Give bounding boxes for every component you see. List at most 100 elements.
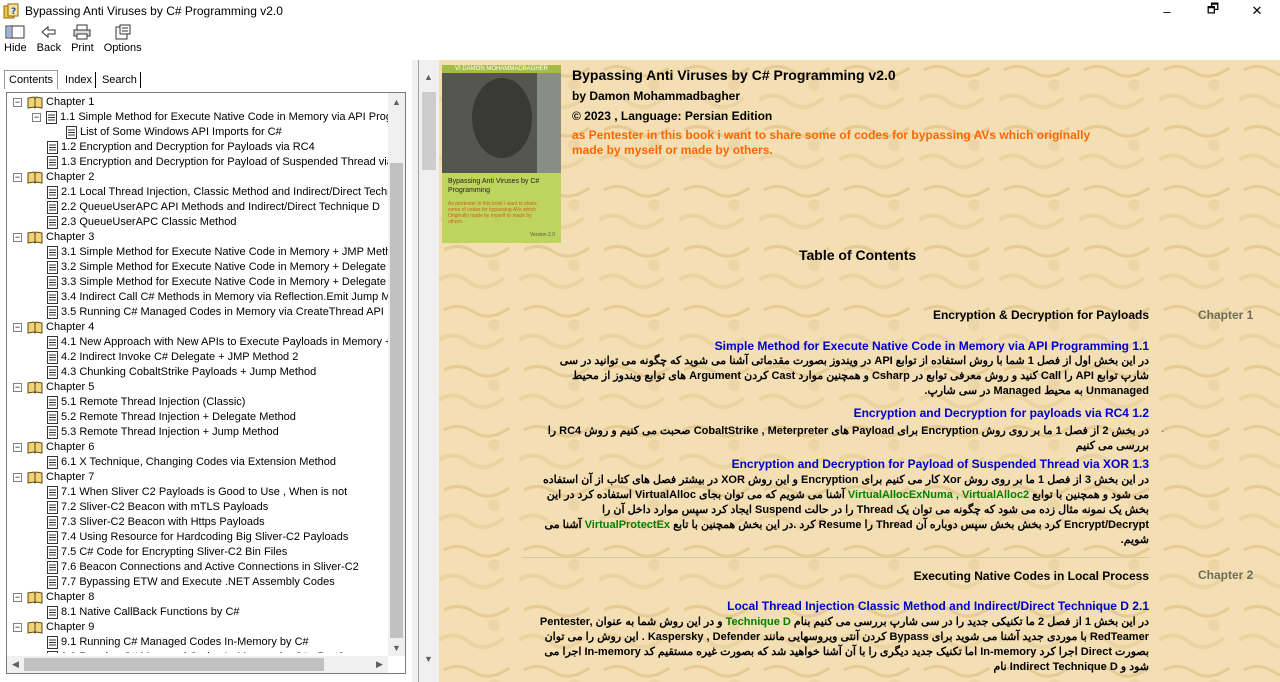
content-scroll-thumb[interactable] (422, 92, 436, 170)
tree-topic-node[interactable]: 4.3 Chunking CobaltStrike Payloads + Jum… (47, 365, 316, 380)
contents-tree[interactable]: − Chapter 1−1.1 Simple Method for Execute… (6, 92, 406, 674)
tree-topic-node[interactable]: 7.1 When Sliver C2 Payloads is Good to U… (47, 485, 347, 500)
section-link[interactable]: Encryption and Decryption for Payload of… (732, 457, 1149, 471)
tree-node-label: Chapter 9 (46, 621, 95, 633)
scroll-right-icon[interactable]: ▶ (371, 656, 388, 673)
content-scroll-up-icon[interactable]: ▲ (420, 68, 437, 85)
collapse-toggle-icon[interactable]: − (13, 473, 22, 482)
tree-topic-node[interactable]: 2.2 QueueUserAPC API Methods and Indirec… (47, 200, 380, 215)
tree-topic-node[interactable]: 1.3 Encryption and Decryption for Payloa… (47, 155, 388, 170)
scroll-down-icon[interactable]: ▼ (388, 639, 405, 656)
tree-horizontal-scrollbar[interactable]: ◀ ▶ (7, 656, 388, 673)
tree-node-label: Chapter 2 (46, 171, 95, 183)
page-icon (47, 306, 58, 319)
tree-chapter-node[interactable]: − Chapter 8 (13, 590, 94, 605)
minimize-button[interactable]: – (1144, 0, 1190, 22)
tree-topic-node[interactable]: List of Some Windows API Imports for C# (66, 125, 282, 140)
tab-contents[interactable]: Contents (4, 70, 59, 89)
collapse-toggle-icon[interactable]: − (13, 233, 22, 242)
open-book-icon (27, 321, 43, 334)
collapse-toggle-icon[interactable]: − (13, 173, 22, 182)
tree-topic-node[interactable]: 2.3 QueueUserAPC Classic Method (47, 215, 236, 230)
collapse-toggle-icon[interactable]: − (13, 623, 22, 632)
tree-chapter-node[interactable]: − Chapter 9 (13, 620, 94, 635)
collapse-toggle-icon[interactable]: − (32, 113, 41, 122)
options-button[interactable]: Options (104, 22, 142, 55)
collapse-toggle-icon[interactable]: − (13, 383, 22, 392)
tree-topic-node[interactable]: 6.1 X Technique, Changing Codes via Exte… (47, 455, 336, 470)
tree-topic-node[interactable]: 5.1 Remote Thread Injection (Classic) (47, 395, 245, 410)
tree-chapter-node[interactable]: − Chapter 3 (13, 230, 94, 245)
hide-icon (4, 23, 26, 41)
tree-node-label: 7.1 When Sliver C2 Payloads is Good to U… (61, 486, 348, 498)
tree-node-label: 4.2 Indirect Invoke C# Delegate + JMP Me… (61, 351, 299, 363)
tree-topic-node[interactable]: 7.4 Using Resource for Hardcoding Big Sl… (47, 530, 348, 545)
tree-node-label: 6.1 X Technique, Changing Codes via Exte… (61, 456, 336, 468)
tab-index[interactable]: Index (62, 72, 96, 88)
tree-node-label: 4.3 Chunking CobaltStrike Payloads + Jum… (61, 366, 317, 378)
tree-topic-node[interactable]: 7.2 Sliver-C2 Beacon with mTLS Payloads (47, 500, 268, 515)
maximize-button[interactable]: 🗗 (1190, 0, 1236, 22)
tree-node-label: 7.6 Beacon Connections and Active Connec… (61, 561, 359, 573)
section-link[interactable]: Encryption and Decryption for payloads v… (854, 406, 1149, 420)
collapse-toggle-icon[interactable]: − (13, 593, 22, 602)
tree-node-label: 3.2 Simple Method for Execute Native Cod… (61, 261, 388, 273)
collapse-toggle-icon[interactable]: − (13, 98, 22, 107)
collapse-toggle-icon[interactable]: − (13, 323, 22, 332)
tree-topic-node[interactable]: 3.2 Simple Method for Execute Native Cod… (47, 260, 388, 275)
tree-topic-node[interactable]: 8.1 Native CallBack Functions by C# (47, 605, 240, 620)
tree-chapter-node[interactable]: − Chapter 6 (13, 440, 94, 455)
collapse-toggle-icon[interactable]: − (13, 443, 22, 452)
tree-topic-node[interactable]: 3.3 Simple Method for Execute Native Cod… (47, 275, 388, 290)
tree-topic-node[interactable]: 9.2 Running C# Managed Codes In-Memory b… (47, 650, 344, 653)
tree-topic-node[interactable]: 5.2 Remote Thread Injection + Delegate M… (47, 410, 296, 425)
tree-topic-node[interactable]: 7.6 Beacon Connections and Active Connec… (47, 560, 359, 575)
tree-topic-node[interactable]: − 1.1 Simple Method for Execute Native Co… (32, 110, 388, 125)
tree-vertical-scrollbar[interactable]: ▲ ▼ (388, 93, 405, 656)
tree-chapter-node[interactable]: − Chapter 5 (13, 380, 94, 395)
cover-photo (442, 73, 561, 173)
tree-topic-node[interactable]: 9.1 Running C# Managed Codes In-Memory b… (47, 635, 309, 650)
tree-chapter-node[interactable]: − Chapter 7 (13, 470, 94, 485)
tree-chapter-node[interactable]: − Chapter 2 (13, 170, 94, 185)
tree-topic-node[interactable]: 3.1 Simple Method for Execute Native Cod… (47, 245, 388, 260)
page-icon (47, 636, 58, 649)
hscroll-thumb[interactable] (24, 658, 324, 671)
hide-button[interactable]: Hide (4, 22, 27, 55)
tree-topic-node[interactable]: 4.2 Indirect Invoke C# Delegate + JMP Me… (47, 350, 298, 365)
scroll-up-icon[interactable]: ▲ (388, 93, 405, 110)
tree-topic-node[interactable]: 7.3 Sliver-C2 Beacon with Https Payloads (47, 515, 265, 530)
tree-node-label: Chapter 8 (46, 591, 95, 603)
content-scroll-down-icon[interactable]: ▼ (420, 650, 437, 667)
scroll-thumb[interactable] (390, 163, 403, 638)
tree-chapter-node[interactable]: − Chapter 4 (13, 320, 94, 335)
page-icon (47, 561, 58, 574)
tree-topic-node[interactable]: 7.7 Bypassing ETW and Execute .NET Assem… (47, 575, 335, 590)
tree-view: − Chapter 1−1.1 Simple Method for Execute… (7, 93, 388, 653)
tree-node-label: 3.3 Simple Method for Execute Native Cod… (61, 276, 388, 288)
tree-topic-node[interactable]: 7.5 C# Code for Encrypting Sliver-C2 Bin… (47, 545, 287, 560)
tree-topic-node[interactable]: 1.2 Encryption and Decryption for Payloa… (47, 140, 315, 155)
tree-topic-node[interactable]: 4.1 New Approach with New APIs to Execut… (47, 335, 388, 350)
page-icon (47, 426, 58, 439)
tree-topic-node[interactable]: 3.5 Running C# Managed Codes in Memory v… (47, 305, 384, 320)
tab-search[interactable]: Search (99, 72, 141, 88)
close-button[interactable]: ✕ (1234, 0, 1280, 22)
open-book-icon (27, 381, 43, 394)
tree-chapter-node[interactable]: − Chapter 1 (13, 95, 94, 110)
print-button[interactable]: Print (71, 22, 94, 55)
title-bar: ? Bypassing Anti Viruses by C# Programmi… (0, 0, 1280, 22)
section-link[interactable]: Local Thread Injection Classic Method an… (727, 599, 1149, 613)
window-title: Bypassing Anti Viruses by C# Programming… (25, 4, 283, 18)
book-author: by Damon Mohammadbagher (572, 89, 741, 103)
tree-topic-node[interactable]: 2.1 Local Thread Injection, Classic Meth… (47, 185, 388, 200)
tree-node-label: Chapter 4 (46, 321, 95, 333)
tree-node-label: 7.7 Bypassing ETW and Execute .NET Assem… (61, 576, 335, 588)
tree-topic-node[interactable]: 5.3 Remote Thread Injection + Jump Metho… (47, 425, 279, 440)
tree-topic-node[interactable]: 3.4 Indirect Call C# Methods in Memory v… (47, 290, 388, 305)
tree-node-label: Chapter 6 (46, 441, 95, 453)
section-link[interactable]: Simple Method for Execute Native Code in… (715, 339, 1149, 353)
back-button[interactable]: Back (37, 22, 61, 55)
content-vertical-scrollbar[interactable]: ▲ ▼ (419, 60, 439, 682)
scroll-left-icon[interactable]: ◀ (7, 656, 24, 673)
